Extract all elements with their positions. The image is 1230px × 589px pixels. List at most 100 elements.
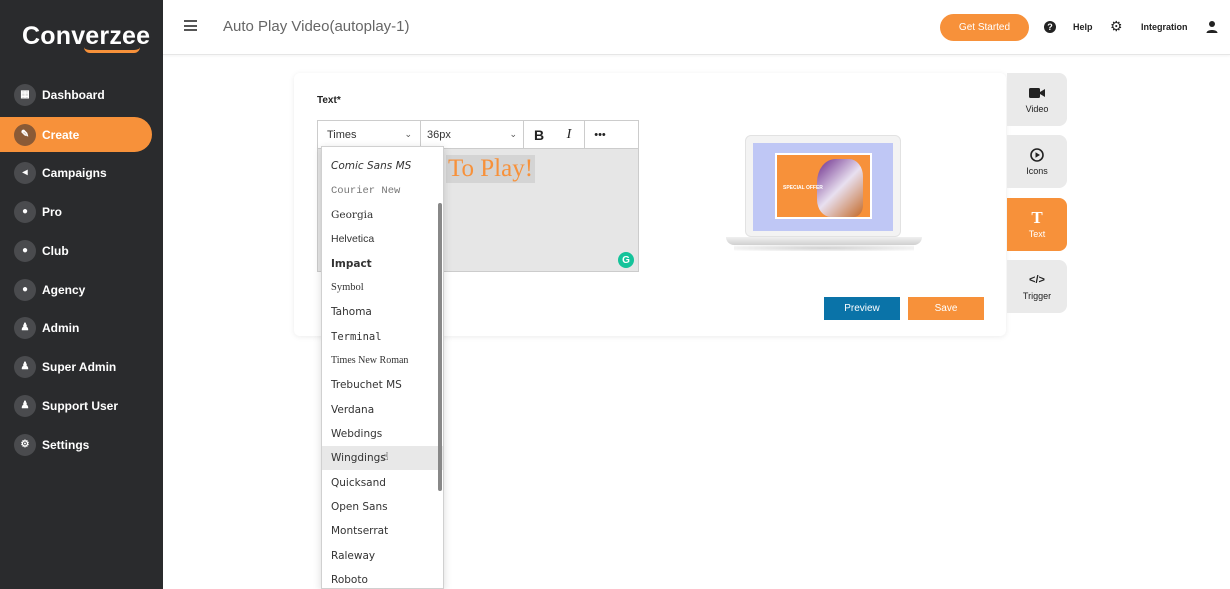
sidebar-item-club[interactable]: ● Club (0, 233, 152, 268)
preview-button[interactable]: Preview (824, 297, 900, 320)
font-family-value: Times (327, 128, 357, 141)
font-family-select[interactable]: Times ⌄ (318, 121, 421, 148)
campaigns-icon: ◂ (14, 161, 36, 184)
tab-video[interactable]: Video (1007, 73, 1067, 126)
laptop-body: SPECIAL OFFER (745, 135, 901, 237)
sidebar-item-admin[interactable]: ♟ Admin (0, 310, 152, 345)
logo-swoosh (84, 47, 140, 53)
settings-icon: ⚙ (14, 433, 36, 456)
tab-label: Trigger (1022, 291, 1052, 301)
promo-figure (817, 159, 863, 217)
laptop-preview-image: SPECIAL OFFER (726, 135, 922, 255)
tab-trigger[interactable]: </> Trigger (1007, 260, 1067, 313)
laptop-base (726, 237, 922, 245)
font-option[interactable]: Trebuchet MS (322, 373, 443, 397)
text-field-label: Text* (317, 95, 341, 106)
font-option[interactable]: Quicksand (322, 470, 443, 494)
font-option[interactable]: Symbol (322, 276, 443, 300)
pro-icon: ● (14, 200, 36, 223)
agency-icon: ● (14, 278, 36, 301)
sidebar-item-support-user[interactable]: ♟ Support User (0, 388, 152, 423)
super-admin-icon: ♟ (14, 355, 36, 378)
sidebar-item-label: Pro (42, 204, 63, 219)
sidebar-item-pro[interactable]: ● Pro (0, 194, 152, 229)
tab-label: Video (1025, 104, 1049, 114)
sidebar-item-label: Settings (42, 437, 90, 452)
sidebar-item-label: Dashboard (42, 87, 105, 102)
code-icon: </> (1029, 274, 1045, 286)
club-icon: ● (14, 239, 36, 262)
text-icon: T (1031, 208, 1043, 227)
chevron-down-icon: ⌄ (404, 129, 412, 139)
logo[interactable]: Converzee (22, 22, 150, 53)
font-option-hovered[interactable]: Wingdings ☝ (322, 446, 443, 471)
font-option[interactable]: Open Sans (322, 495, 443, 519)
sidebar-item-label: Support User (42, 398, 119, 413)
help-link[interactable]: Help (1073, 22, 1093, 32)
editor-toolbar: Times ⌄ 36px ⌄ B I ••• (317, 120, 639, 149)
user-icon[interactable] (1205, 20, 1219, 34)
create-icon: ✎ (14, 123, 36, 146)
promo-text: SPECIAL OFFER (783, 185, 823, 191)
sidebar-item-settings[interactable]: ⚙ Settings (0, 427, 152, 462)
hamburger-menu-icon[interactable] (184, 20, 197, 31)
laptop-shadow (734, 245, 914, 251)
pointer-hand-icon: ☝ (382, 450, 389, 464)
font-option[interactable]: Roboto (322, 568, 443, 588)
sidebar-item-agency[interactable]: ● Agency (0, 272, 152, 307)
tab-icons[interactable]: Icons (1007, 135, 1067, 188)
dashboard-icon: ▦ (14, 83, 36, 106)
laptop-screen: SPECIAL OFFER (753, 143, 893, 231)
sidebar-item-super-admin[interactable]: ♟ Super Admin (0, 349, 152, 384)
get-started-button[interactable]: Get Started (940, 14, 1029, 41)
sidebar-item-label: Super Admin (42, 359, 117, 374)
font-option[interactable]: Comic Sans MS (322, 154, 443, 178)
chevron-down-icon: ⌄ (509, 129, 517, 139)
sidebar: Converzee ▦ Dashboard ✎ Create ◂ Campaig… (0, 0, 163, 589)
font-option[interactable]: Montserrat (322, 519, 443, 543)
font-size-value: 36px (427, 128, 451, 141)
font-option-label: Wingdings (331, 452, 386, 465)
editor-content[interactable]: To Play! (446, 155, 536, 183)
sidebar-item-label: Club (42, 243, 69, 258)
font-option[interactable]: Times New Roman (322, 349, 443, 373)
help-icon[interactable]: ? (1044, 21, 1056, 33)
tab-label: Icons (1026, 166, 1048, 176)
header: Auto Play Video(autoplay-1) Get Started … (163, 0, 1230, 55)
font-option[interactable]: Courier New (322, 178, 443, 202)
font-option[interactable]: Terminal (322, 324, 443, 348)
sidebar-item-label: Agency (42, 282, 86, 297)
sidebar-item-label: Campaigns (42, 165, 107, 180)
promo-banner: SPECIAL OFFER (775, 153, 872, 219)
font-option[interactable]: Georgia (322, 203, 443, 227)
font-option[interactable]: Tahoma (322, 300, 443, 324)
font-family-dropdown: Comic Sans MS Courier New Georgia Helvet… (321, 146, 444, 589)
sidebar-item-create[interactable]: ✎ Create (0, 117, 152, 152)
app-root: Converzee ▦ Dashboard ✎ Create ◂ Campaig… (0, 0, 1230, 589)
font-option[interactable]: Raleway (322, 544, 443, 568)
page-title: Auto Play Video(autoplay-1) (223, 18, 410, 35)
font-size-select[interactable]: 36px ⌄ (421, 121, 524, 148)
admin-icon: ♟ (14, 316, 36, 339)
sidebar-item-label: Create (42, 127, 80, 142)
play-circle-icon (1030, 147, 1044, 163)
support-user-icon: ♟ (14, 394, 36, 417)
sidebar-item-campaigns[interactable]: ◂ Campaigns (0, 155, 152, 190)
font-option[interactable]: Impact (322, 251, 443, 275)
grammarly-icon[interactable]: G (618, 252, 634, 268)
tab-text[interactable]: T Text (1007, 198, 1067, 251)
dropdown-scrollbar[interactable] (438, 203, 442, 491)
more-options-button[interactable]: ••• (585, 121, 615, 148)
sidebar-item-dashboard[interactable]: ▦ Dashboard (0, 77, 152, 112)
integration-link[interactable]: Integration (1141, 22, 1188, 32)
sidebar-item-label: Admin (42, 320, 80, 335)
video-camera-icon (1029, 85, 1045, 101)
italic-button[interactable]: I (554, 121, 584, 148)
tab-label: Text (1028, 229, 1046, 239)
font-option[interactable]: Verdana (322, 397, 443, 421)
bold-button[interactable]: B (524, 121, 554, 148)
font-option[interactable]: Helvetica (322, 227, 443, 251)
save-button[interactable]: Save (908, 297, 984, 320)
gear-icon[interactable]: ⚙ (1110, 18, 1123, 35)
font-option[interactable]: Webdings (322, 422, 443, 446)
